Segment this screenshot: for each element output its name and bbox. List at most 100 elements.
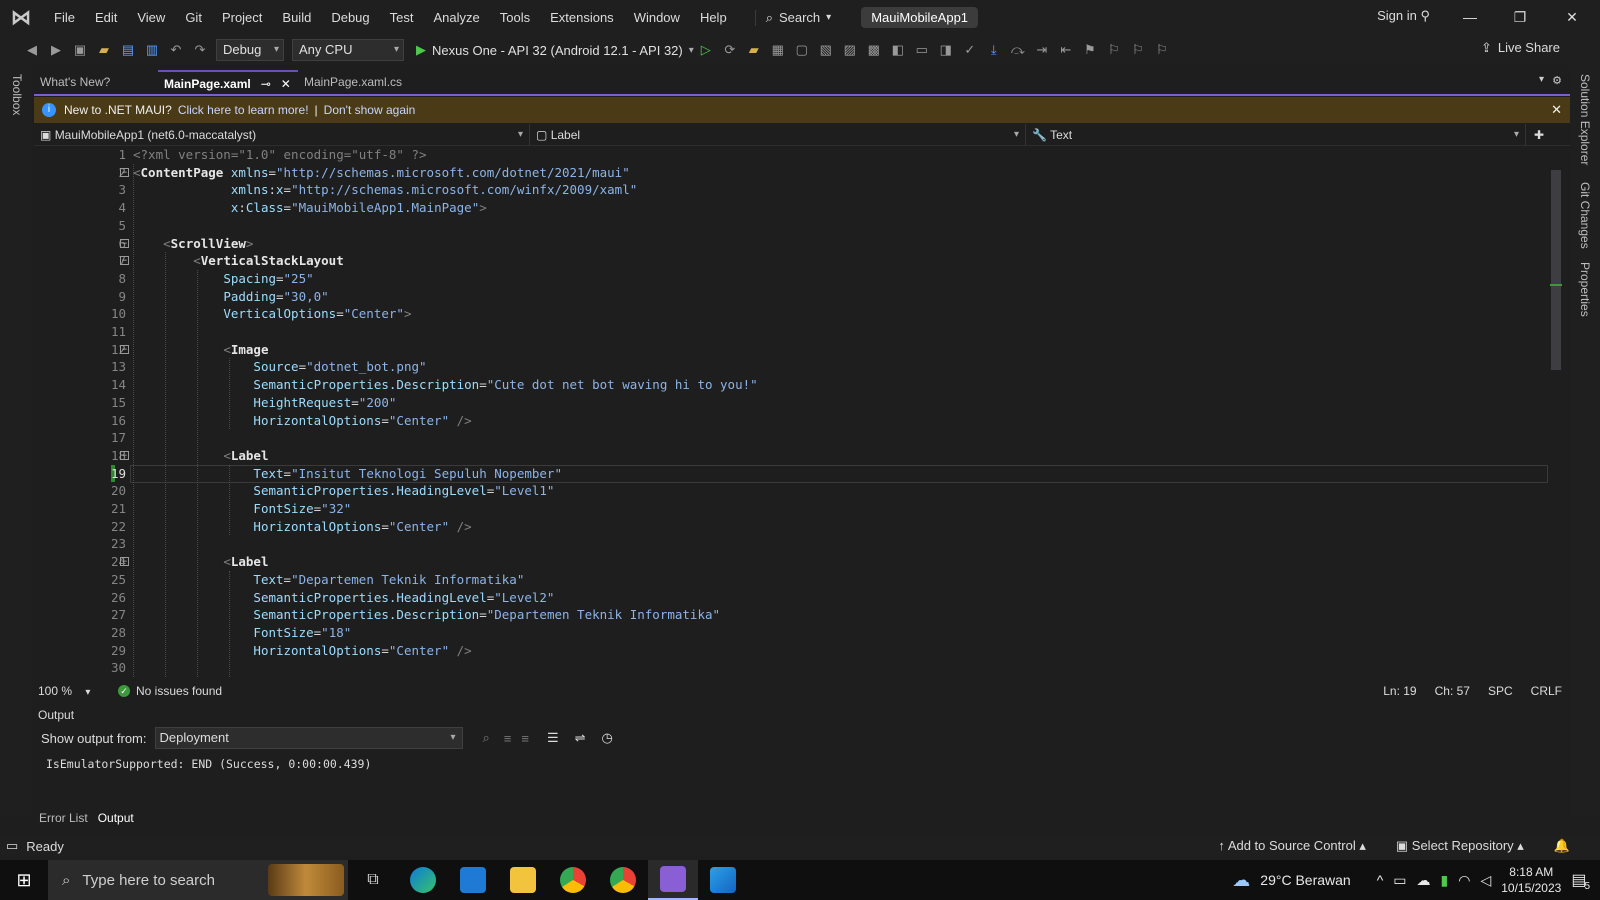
code-line[interactable]: Text="Insitut Teknologi Sepuluh Nopember… [133, 465, 562, 483]
line-number[interactable]: Ln: 19 [1383, 681, 1416, 701]
git-changes-tab[interactable]: Git Changes [1578, 182, 1592, 249]
android-sdk-icon[interactable]: ▨ [840, 40, 860, 60]
code-line[interactable]: <VerticalStackLayout [133, 252, 344, 270]
code-line[interactable]: <ContentPage xmlns="http://schemas.micro… [133, 164, 630, 182]
volume-icon[interactable]: ◁ [1480, 872, 1491, 889]
code-line[interactable]: VerticalOptions="Center"> [133, 305, 411, 323]
find-message-icon[interactable]: ⌕ [483, 730, 490, 746]
start-without-debugging-icon[interactable]: ▷ [696, 40, 716, 60]
menu-window[interactable]: Window [624, 0, 690, 35]
line-ending[interactable]: CRLF [1531, 681, 1562, 701]
output-source-select[interactable]: Deployment [154, 727, 463, 749]
live-share-button[interactable]: ⇪ Live Share [1481, 40, 1560, 56]
collapse-icon[interactable]: − [120, 557, 129, 567]
solution-explorer-tab[interactable]: Solution Explorer [1578, 74, 1592, 165]
mail-icon[interactable] [448, 860, 498, 900]
menu-edit[interactable]: Edit [85, 0, 127, 35]
save-all-icon[interactable]: ▥ [142, 40, 162, 60]
add-to-source-control-button[interactable]: ↑ Add to Source Control ▴ [1218, 836, 1365, 856]
menu-build[interactable]: Build [272, 0, 321, 35]
collapse-icon[interactable]: − [120, 167, 129, 177]
outdent-icon[interactable]: ⇤ [1056, 40, 1076, 60]
clock[interactable]: 8:18 AM 10/15/2023 [1501, 864, 1561, 896]
code-line[interactable]: xmlns:x="http://schemas.microsoft.com/wi… [133, 181, 637, 199]
properties-tab[interactable]: Properties [1578, 262, 1592, 317]
project-dropdown[interactable]: ▣ MauiMobileApp1 (net6.0-maccatalyst) [34, 124, 530, 146]
chrome-icon[interactable] [548, 860, 598, 900]
collapse-icon[interactable]: − [120, 450, 129, 460]
code-line[interactable]: HorizontalOptions="Center" /> [133, 642, 471, 660]
code-line[interactable]: x:Class="MauiMobileApp1.MainPage"> [133, 199, 487, 217]
code-line[interactable]: SemanticProperties.Description="Departem… [133, 606, 720, 624]
save-icon[interactable]: ▤ [118, 40, 138, 60]
vertical-scrollbar[interactable] [1548, 146, 1564, 679]
code-editor[interactable]: 1 <?xml version="1.0" encoding="utf-8" ?>… [34, 146, 1564, 679]
battery-icon[interactable]: ▮ [1441, 872, 1449, 889]
emulator-icon[interactable]: ▩ [864, 40, 884, 60]
layout-icon[interactable]: ◧ [888, 40, 908, 60]
solution-folder-icon[interactable]: ▰ [744, 40, 764, 60]
learn-more-link[interactable]: Click here to learn more! [178, 103, 309, 117]
tab-mainpage-xaml-cs[interactable]: MainPage.xaml.cs [298, 70, 428, 94]
device-manager-icon[interactable]: ▢ [792, 40, 812, 60]
start-debugging-button[interactable]: ▶ Nexus One - API 32 (Android 12.1 - API… [416, 42, 694, 58]
menu-git[interactable]: Git [175, 0, 212, 35]
tab-output[interactable]: Output [92, 808, 139, 828]
prev-message-icon[interactable]: ≡ [504, 731, 512, 746]
windows-start-icon[interactable]: ⊞ [0, 860, 48, 900]
chevron-up-icon[interactable]: ^ [1377, 872, 1384, 888]
code-line[interactable]: HorizontalOptions="Center" /> [133, 412, 471, 430]
code-line[interactable]: <ScrollView> [133, 235, 253, 253]
code-line[interactable]: <Label [133, 553, 268, 571]
menu-debug[interactable]: Debug [321, 0, 379, 35]
code-line[interactable]: SemanticProperties.HeadingLevel="Level2" [133, 589, 554, 607]
issues-label[interactable]: No issues found [136, 684, 222, 698]
file-explorer-icon[interactable] [498, 860, 548, 900]
column-number[interactable]: Ch: 57 [1435, 681, 1470, 701]
pin-icon[interactable]: ⊸ [261, 72, 271, 94]
element-dropdown[interactable]: ▢ Label [530, 124, 1026, 146]
menu-project[interactable]: Project [212, 0, 272, 35]
code-line[interactable]: HeightRequest="200" [133, 394, 396, 412]
member-dropdown[interactable]: 🔧 Text [1026, 124, 1526, 146]
code-line[interactable]: FontSize="32" [133, 500, 351, 518]
scrollbar-thumb[interactable] [1551, 170, 1561, 370]
wifi-icon[interactable]: ◠ [1458, 872, 1470, 889]
step-into-icon[interactable]: ⤓ [984, 40, 1004, 60]
tab-overflow-icon[interactable]: ▾ [1539, 74, 1544, 85]
edge-icon[interactable] [398, 860, 448, 900]
close-infobar-icon[interactable]: ✕ [1551, 102, 1562, 118]
browse-icon[interactable]: ▦ [768, 40, 788, 60]
menu-extensions[interactable]: Extensions [540, 0, 624, 35]
sign-in-link[interactable]: Sign in ⚲ [1377, 8, 1430, 24]
select-repository-button[interactable]: ▣ Select Repository ▴ [1396, 836, 1524, 856]
code-line[interactable]: SemanticProperties.HeadingLevel="Level1" [133, 482, 554, 500]
settings-gear-icon[interactable]: ⚙ [1552, 74, 1562, 87]
code-line[interactable]: FontSize="18" [133, 624, 351, 642]
code-line[interactable]: HorizontalOptions="Center" /> [133, 518, 471, 536]
next-message-icon[interactable]: ≡ [521, 731, 529, 746]
code-line[interactable]: SemanticProperties.Description="Cute dot… [133, 376, 757, 394]
indent-icon[interactable]: ⇥ [1032, 40, 1052, 60]
toolbox-tab[interactable]: Toolbox [10, 74, 24, 115]
hot-reload-icon[interactable]: ⟳ [720, 40, 740, 60]
redo-icon[interactable]: ↷ [190, 40, 210, 60]
publish-icon[interactable]: ▧ [816, 40, 836, 60]
zoom-select[interactable]: 100 % ▾ [34, 684, 94, 698]
code-line[interactable]: <?xml version="1.0" encoding="utf-8" ?> [133, 146, 427, 164]
close-tab-icon[interactable]: ✕ [281, 72, 291, 94]
onedrive-icon[interactable]: ☁ [1417, 872, 1431, 889]
word-wrap-icon[interactable]: ⇌ [575, 730, 586, 746]
taskbar-search-box[interactable]: ⌕ Type here to search [48, 860, 348, 900]
menu-file[interactable]: File [44, 0, 85, 35]
prev-bookmark-icon[interactable]: ⚐ [1104, 40, 1124, 60]
new-project-icon[interactable]: ▣ [70, 40, 90, 60]
menu-test[interactable]: Test [380, 0, 424, 35]
code-line[interactable]: <Image [133, 341, 268, 359]
code-line[interactable]: Padding="30,0" [133, 288, 328, 306]
menu-tools[interactable]: Tools [490, 0, 540, 35]
step-over-icon[interactable]: ⤼ [1008, 40, 1028, 60]
configuration-select[interactable]: Debug [216, 39, 284, 61]
meet-now-icon[interactable]: ▭ [1393, 872, 1406, 889]
task-view-icon[interactable]: ⧉ [348, 860, 398, 900]
